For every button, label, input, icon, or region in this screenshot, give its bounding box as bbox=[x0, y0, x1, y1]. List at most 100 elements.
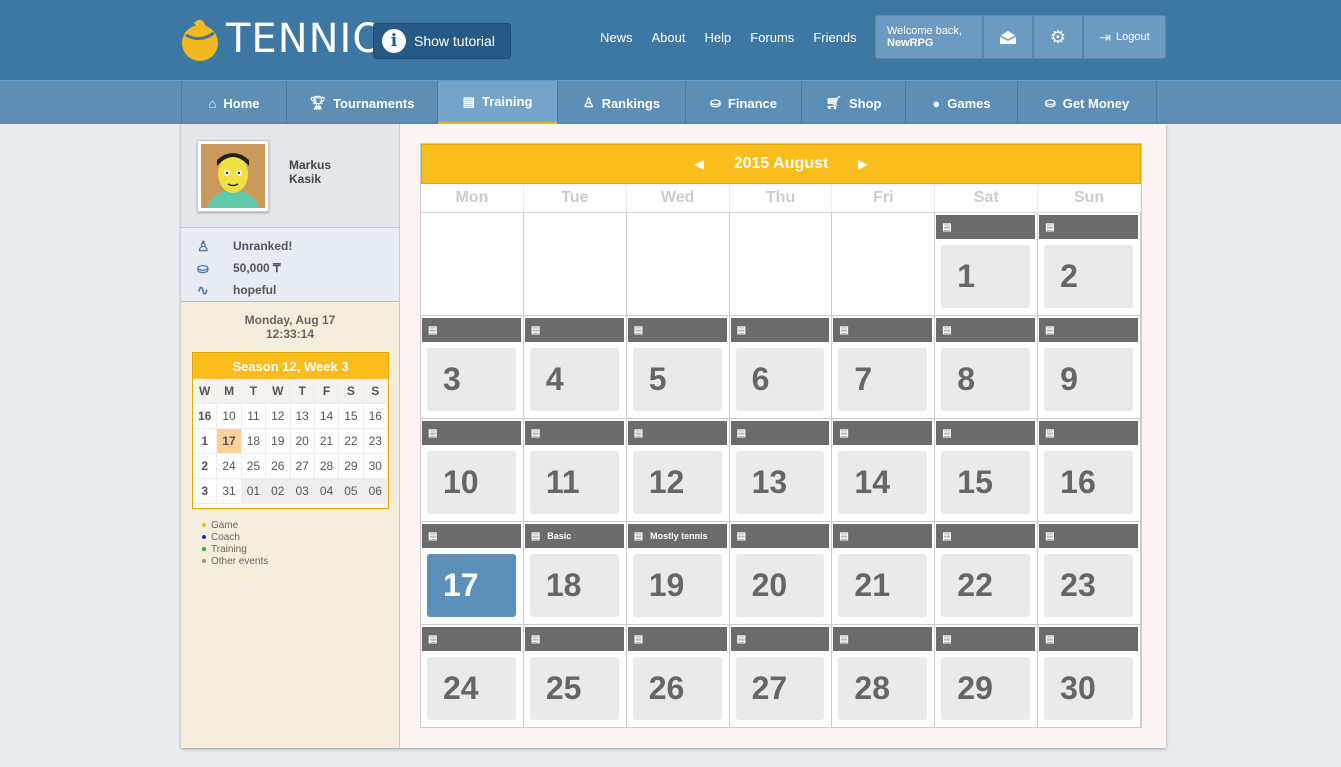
messages-button[interactable] bbox=[983, 15, 1033, 59]
calendar-day-cell[interactable]: ▤ 1 bbox=[935, 213, 1039, 316]
day-event-bar[interactable]: ▤ bbox=[936, 524, 1036, 548]
day-event-bar[interactable]: ▤ bbox=[422, 524, 521, 548]
tennio-logo[interactable]: TENNIO bbox=[180, 14, 385, 64]
day-event-bar[interactable]: ▤ bbox=[1039, 627, 1138, 651]
day-event-bar[interactable]: ▤ bbox=[730, 627, 830, 651]
day-event-bar[interactable]: ▤ Mostly tennis bbox=[627, 524, 727, 548]
day-event-bar[interactable]: ▤ bbox=[627, 421, 727, 445]
link-forums[interactable]: Forums bbox=[750, 30, 794, 45]
day-number[interactable]: 5 bbox=[632, 348, 722, 411]
day-number[interactable]: 7 bbox=[838, 348, 928, 411]
day-number[interactable]: 10 bbox=[427, 451, 516, 514]
calendar-day-cell[interactable]: ▤ 25 bbox=[523, 625, 627, 728]
day-event-bar[interactable]: ▤ bbox=[730, 318, 830, 342]
nav-get-money[interactable]: ⛀ Get Money bbox=[1018, 81, 1157, 125]
calendar-day-cell[interactable]: ▤ 12 bbox=[626, 419, 730, 522]
avatar[interactable] bbox=[197, 140, 269, 212]
link-friends[interactable]: Friends bbox=[813, 30, 856, 45]
day-event-bar[interactable]: ▤ bbox=[936, 318, 1036, 342]
calendar-day-cell[interactable]: ▤ 27 bbox=[729, 625, 833, 728]
mini-day[interactable]: 25 bbox=[241, 454, 267, 479]
day-number[interactable]: 22 bbox=[941, 554, 1031, 617]
mini-day[interactable]: 12 bbox=[266, 404, 291, 429]
mini-day[interactable]: 29 bbox=[339, 454, 364, 479]
day-number[interactable]: 28 bbox=[838, 657, 928, 720]
logout-button[interactable]: ⇥ Logout bbox=[1083, 15, 1166, 59]
day-event-bar[interactable]: ▤ bbox=[627, 627, 727, 651]
calendar-day-cell[interactable]: ▤ 14 bbox=[832, 419, 936, 522]
mini-day[interactable]: 21 bbox=[314, 429, 340, 454]
day-number[interactable]: 30 bbox=[1044, 657, 1133, 720]
mini-day[interactable]: 05 bbox=[339, 479, 364, 504]
day-event-bar[interactable]: ▤ bbox=[833, 627, 933, 651]
calendar-day-cell[interactable]: ▤ 15 bbox=[935, 419, 1039, 522]
day-number[interactable]: 3 bbox=[427, 348, 516, 411]
day-event-bar[interactable]: ▤ bbox=[936, 627, 1036, 651]
day-number[interactable]: 4 bbox=[529, 348, 619, 411]
mini-day[interactable]: 02 bbox=[266, 479, 291, 504]
link-news[interactable]: News bbox=[600, 30, 633, 45]
day-number[interactable]: 14 bbox=[838, 451, 928, 514]
day-event-bar[interactable]: ▤ bbox=[730, 421, 830, 445]
mini-day[interactable]: 18 bbox=[241, 429, 267, 454]
mini-day[interactable]: 11 bbox=[241, 404, 267, 429]
mini-day[interactable]: 10 bbox=[217, 404, 242, 429]
day-number[interactable]: 16 bbox=[1044, 451, 1133, 514]
day-number[interactable]: 12 bbox=[632, 451, 722, 514]
player-name[interactable]: Markus Kasik bbox=[289, 158, 331, 186]
day-event-bar[interactable]: ▤ bbox=[627, 318, 727, 342]
day-number[interactable]: 23 bbox=[1044, 554, 1133, 617]
day-event-bar[interactable]: ▤ bbox=[936, 215, 1036, 239]
day-event-bar[interactable]: ▤ bbox=[524, 318, 624, 342]
day-event-bar[interactable]: ▤ bbox=[422, 421, 521, 445]
day-event-bar[interactable]: ▤ bbox=[524, 627, 624, 651]
day-event-bar[interactable]: ▤ bbox=[833, 524, 933, 548]
day-event-bar[interactable]: ▤ bbox=[1039, 524, 1138, 548]
mini-day[interactable]: 16 bbox=[363, 404, 388, 429]
day-number[interactable]: 1 bbox=[941, 245, 1031, 308]
calendar-day-cell[interactable]: ▤ 11 bbox=[523, 419, 627, 522]
calendar-day-cell[interactable]: ▤ 21 bbox=[832, 522, 936, 625]
calendar-day-cell[interactable]: ▤ 20 bbox=[729, 522, 833, 625]
day-number[interactable]: 6 bbox=[735, 348, 825, 411]
mini-day[interactable]: 24 bbox=[217, 454, 242, 479]
day-number[interactable]: 24 bbox=[427, 657, 516, 720]
mini-day[interactable]: 20 bbox=[290, 429, 315, 454]
day-number[interactable]: 13 bbox=[735, 451, 825, 514]
calendar-day-cell[interactable]: ▤ Mostly tennis 19 bbox=[626, 522, 730, 625]
mini-day[interactable]: 13 bbox=[290, 404, 315, 429]
calendar-day-cell[interactable]: ▤ 5 bbox=[626, 316, 730, 419]
calendar-day-cell[interactable]: ▤ 29 bbox=[935, 625, 1039, 728]
mini-day[interactable]: 26 bbox=[266, 454, 291, 479]
mini-day[interactable]: 17 bbox=[217, 429, 242, 454]
mini-day[interactable]: 23 bbox=[363, 429, 388, 454]
calendar-day-cell[interactable]: ▤ 7 bbox=[832, 316, 936, 419]
calendar-day-cell[interactable]: ▤ 8 bbox=[935, 316, 1039, 419]
day-number[interactable]: 21 bbox=[838, 554, 928, 617]
calendar-day-cell[interactable]: ▤ 16 bbox=[1038, 419, 1141, 522]
calendar-day-cell[interactable]: ▤ 13 bbox=[729, 419, 833, 522]
welcome-box[interactable]: Welcome back, NewRPG bbox=[875, 15, 983, 59]
day-event-bar[interactable]: ▤ bbox=[524, 421, 624, 445]
settings-button[interactable]: ⚙ bbox=[1033, 15, 1083, 59]
calendar-day-cell[interactable]: ▤ 2 bbox=[1038, 213, 1141, 316]
mini-day[interactable]: 04 bbox=[314, 479, 340, 504]
day-event-bar[interactable]: ▤ bbox=[833, 421, 933, 445]
calendar-day-cell[interactable]: ▤ 3 bbox=[421, 316, 524, 419]
calendar-day-cell[interactable]: ▤ 17 bbox=[421, 522, 524, 625]
mini-day[interactable]: 22 bbox=[339, 429, 364, 454]
day-event-bar[interactable]: ▤ bbox=[1039, 318, 1138, 342]
mini-day[interactable]: 15 bbox=[339, 404, 364, 429]
nav-finance[interactable]: ⛀ Finance bbox=[686, 81, 802, 125]
calendar-day-cell[interactable]: ▤ 24 bbox=[421, 625, 524, 728]
day-event-bar[interactable]: ▤ bbox=[1039, 421, 1138, 445]
link-help[interactable]: Help bbox=[705, 30, 732, 45]
day-event-bar[interactable]: ▤ bbox=[936, 421, 1036, 445]
day-event-bar[interactable]: ▤ bbox=[422, 627, 521, 651]
calendar-day-cell[interactable]: ▤ 6 bbox=[729, 316, 833, 419]
mini-day[interactable]: 30 bbox=[363, 454, 388, 479]
nav-games[interactable]: ● Games bbox=[906, 81, 1018, 125]
link-about[interactable]: About bbox=[652, 30, 686, 45]
prev-month-button[interactable]: ◀ bbox=[694, 157, 703, 171]
calendar-day-cell[interactable]: ▤ 23 bbox=[1038, 522, 1141, 625]
